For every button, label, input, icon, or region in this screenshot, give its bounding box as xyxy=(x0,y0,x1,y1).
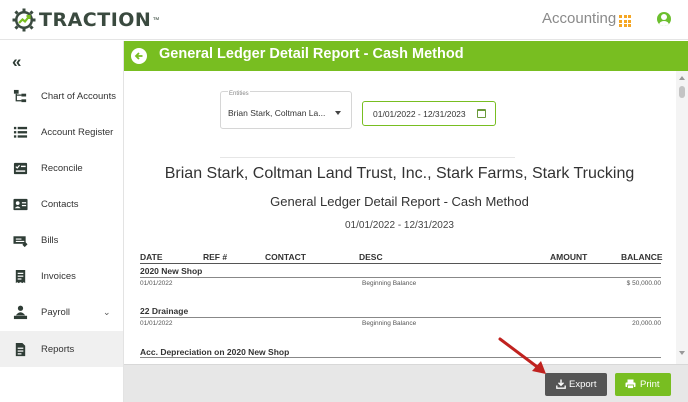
date-range-value: 01/01/2022 - 12/31/2023 xyxy=(373,109,466,119)
sidebar-item-label: Reconcile xyxy=(41,162,83,174)
sidebar-item-chart-of-accounts[interactable]: Chart of Accounts xyxy=(0,78,123,114)
row-desc: Beginning Balance xyxy=(362,320,417,327)
user-icon[interactable] xyxy=(657,12,671,26)
scroll-thumb[interactable] xyxy=(679,86,685,98)
row-balance: $ 50,000.00 xyxy=(626,280,661,287)
apps-grid-icon[interactable] xyxy=(619,15,631,27)
divider xyxy=(140,277,661,278)
hierarchy-icon xyxy=(13,89,27,102)
sidebar-item-label: Contacts xyxy=(41,198,79,210)
sidebar-item-reports[interactable]: Reports xyxy=(0,331,123,367)
calendar-icon xyxy=(477,109,486,118)
table-header-rule xyxy=(140,263,661,264)
logo-text: TRACTION xyxy=(39,9,152,31)
sidebar-item-label: Account Register xyxy=(41,126,114,138)
collapse-sidebar-icon[interactable]: « xyxy=(12,53,21,70)
page-title-bar: General Ledger Detail Report - Cash Meth… xyxy=(124,41,688,71)
logo-trademark: ™ xyxy=(152,16,160,24)
account-group-title: Acc. Depreciation on 2020 New Shop xyxy=(140,347,290,357)
export-label: Export xyxy=(569,379,597,390)
column-header-ref: REF # xyxy=(203,252,228,262)
sidebar-item-label: Chart of Accounts xyxy=(41,90,116,102)
entities-label: Entities xyxy=(228,91,250,97)
sidebar-item-label: Payroll xyxy=(41,306,71,318)
report-dates: 01/01/2022 - 12/31/2023 xyxy=(345,220,454,231)
sidebar-item-label: Invoices xyxy=(41,270,76,282)
row-desc: Beginning Balance xyxy=(362,280,417,287)
entities-value: Brian Stark, Coltman La... xyxy=(228,108,326,118)
page-title: General Ledger Detail Report - Cash Meth… xyxy=(159,46,464,62)
row-balance: 20,000.00 xyxy=(632,320,661,327)
sidebar-item-account-register[interactable]: Account Register xyxy=(0,114,123,150)
account-group-title: 2020 New Shop xyxy=(140,266,203,276)
money-icon xyxy=(13,235,28,247)
date-range-picker[interactable]: 01/01/2022 - 12/31/2023 xyxy=(362,101,496,126)
report-company: Brian Stark, Coltman Land Trust, Inc., S… xyxy=(164,165,635,182)
column-header-contact: CONTACT xyxy=(265,252,306,262)
divider xyxy=(140,357,661,358)
footer-bar: Export Print xyxy=(124,364,688,402)
logo-gear-icon xyxy=(12,8,36,32)
vertical-scrollbar[interactable] xyxy=(676,71,688,364)
column-header-balance: BALANCE xyxy=(621,252,663,262)
scroll-down-icon[interactable] xyxy=(679,351,685,355)
sidebar-item-invoices[interactable]: Invoices xyxy=(0,258,123,294)
print-label: Print xyxy=(640,379,660,390)
row-date: 01/01/2022 xyxy=(140,280,173,287)
sidebar-item-reconcile[interactable]: Reconcile xyxy=(0,150,123,186)
app-name[interactable]: Accounting xyxy=(542,10,616,27)
download-icon xyxy=(556,379,566,389)
chevron-down-icon[interactable]: ⌄ xyxy=(103,307,111,318)
top-header: TRACTION ™ Accounting xyxy=(0,0,688,40)
back-arrow-icon[interactable] xyxy=(131,48,147,64)
sidebar-item-payroll[interactable]: Payroll ⌄ xyxy=(0,294,123,330)
sidebar-item-contacts[interactable]: Contacts xyxy=(0,186,123,222)
divider xyxy=(220,157,515,158)
sidebar: « Chart of Accounts Account Register Rec… xyxy=(0,41,124,402)
annotation-arrow-icon xyxy=(498,337,546,374)
caret-down-icon xyxy=(335,111,341,115)
scroll-up-icon[interactable] xyxy=(679,76,685,80)
contact-card-icon xyxy=(13,198,28,210)
receipt-icon xyxy=(15,269,26,283)
report-name: General Ledger Detail Report - Cash Meth… xyxy=(270,194,529,209)
traction-logo[interactable]: TRACTION ™ xyxy=(12,7,159,33)
document-icon xyxy=(15,342,26,356)
sidebar-item-label: Bills xyxy=(41,234,59,246)
entities-select[interactable]: Entities Brian Stark, Coltman La... xyxy=(220,91,352,129)
row-date: 01/01/2022 xyxy=(140,320,173,327)
list-icon xyxy=(13,126,28,138)
reconcile-icon xyxy=(13,162,28,174)
divider xyxy=(140,317,661,318)
person-money-icon xyxy=(13,305,28,319)
sidebar-item-bills[interactable]: Bills xyxy=(0,222,123,258)
column-header-amount: AMOUNT xyxy=(550,252,588,262)
account-group-title: 22 Drainage xyxy=(140,306,189,316)
print-button[interactable]: Print xyxy=(615,373,671,396)
column-header-desc: DESC xyxy=(359,252,383,262)
column-header-date: DATE xyxy=(140,252,163,262)
report-content: Entities Brian Stark, Coltman La... 01/0… xyxy=(124,71,675,364)
printer-icon xyxy=(625,379,636,389)
sidebar-item-label: Reports xyxy=(41,343,75,355)
